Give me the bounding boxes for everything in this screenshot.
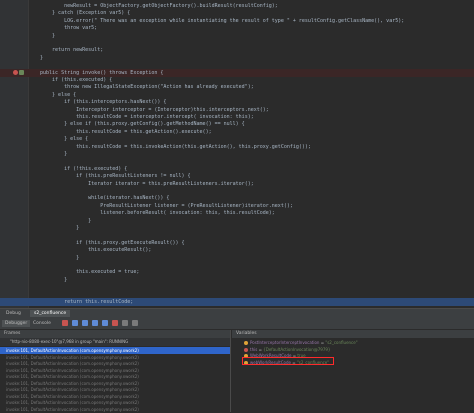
override-method-icon[interactable] <box>19 69 24 75</box>
debug-toolbar: Debugger Console <box>0 318 474 330</box>
highlight-box <box>242 357 334 365</box>
run-to-cursor-icon[interactable] <box>122 320 128 326</box>
variable-icon <box>244 347 248 352</box>
drop-frame-icon[interactable] <box>112 320 118 326</box>
evaluate-expression-icon[interactable] <box>132 320 138 326</box>
stack-frame[interactable]: invoke:101, DefaultActionInvocation (com… <box>0 406 230 413</box>
breakpoint-icon[interactable] <box>13 69 18 75</box>
stop-icon[interactable] <box>62 320 68 326</box>
console-tab[interactable]: Console <box>30 320 54 327</box>
tab-debug[interactable]: Debug <box>2 310 25 317</box>
frames-header: Frames <box>0 330 230 338</box>
debugger-tab[interactable]: Debugger <box>2 320 31 327</box>
variable-value: "s2_confluence" <box>325 340 358 345</box>
frames-panel: Frames "http-nio-8080-exec-10"@7,968 in … <box>0 330 231 412</box>
force-step-into-icon[interactable] <box>92 320 98 326</box>
step-over-icon[interactable] <box>72 320 78 326</box>
code-text: return this.resultCode; <box>40 299 134 305</box>
code-line[interactable]: return this.resultCode; <box>0 298 474 306</box>
variable-icon <box>244 341 248 345</box>
step-out-icon[interactable] <box>102 320 108 326</box>
code-editor[interactable]: newResult = ObjectFactory.getObjectFacto… <box>0 0 474 308</box>
step-into-icon[interactable] <box>82 320 88 326</box>
variable-name: PostInterceptorInterceptInvocation <box>250 340 320 345</box>
variables-header: Variables <box>232 330 474 338</box>
variables-panel: Variables PostInterceptorInterceptInvoca… <box>232 330 474 412</box>
thread-selector[interactable]: "http-nio-8080-exec-10"@7,968 in group "… <box>0 338 230 346</box>
debug-tab-bar: Debug s2_confluence <box>0 308 474 318</box>
tab-s2-confluence[interactable]: s2_confluence <box>30 310 71 317</box>
variable-value: {DefaultActionInvocation@7979} <box>263 346 331 352</box>
